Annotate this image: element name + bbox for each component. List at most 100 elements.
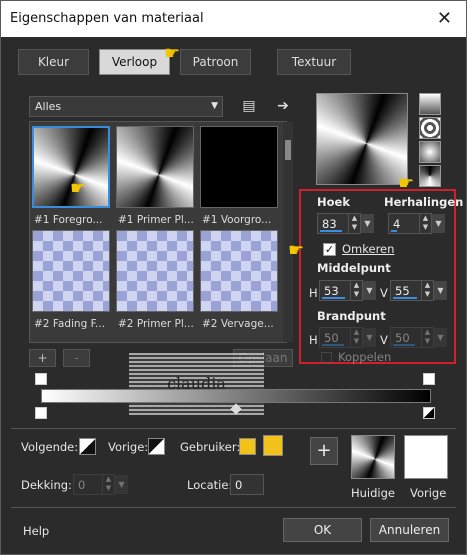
category-value: Alles [35, 100, 62, 113]
arrow-right-icon[interactable]: ➔ [273, 96, 293, 116]
spin-arrows-icon[interactable]: ▲ ▼ [421, 281, 433, 300]
tab-kleur[interactable]: Kleur [18, 49, 89, 75]
opacity-stop-start[interactable] [35, 373, 47, 385]
color-stop-start[interactable] [35, 407, 47, 419]
add-gradient-button[interactable]: + [29, 349, 56, 367]
tab-patroon[interactable]: Patroon [180, 49, 251, 75]
divider [11, 428, 456, 429]
center-v-spinner[interactable]: 55 ▲ ▼ ▼ [390, 280, 447, 301]
title-bar: Eigenschappen van materiaal ✕ [1, 1, 466, 37]
center-h-spinner[interactable]: 53 ▲ ▼ ▼ [319, 280, 376, 301]
gradient-properties-panel: Hoek Herhalingen 83 ▲ ▼ ▼ 4 ▲ ▼ ▼ ✓ Omkere… [299, 189, 463, 364]
link-checkbox[interactable] [321, 352, 332, 363]
spin-arrows-icon[interactable]: ▲ ▼ [348, 214, 360, 233]
spin-arrows-icon[interactable]: ▲ ▼ [350, 328, 362, 347]
next-label: Volgende: [21, 440, 79, 454]
pointer-hand-icon: ☛ [70, 178, 87, 199]
focal-v-label: V [380, 333, 388, 347]
center-h-label: H [309, 286, 318, 300]
opacity-spinner[interactable]: 0 ▲ ▼ ▼ [73, 474, 128, 495]
tab-verloop[interactable]: Verloop [99, 49, 170, 75]
gallery-thumbnail [200, 230, 278, 312]
opacity-value: 0 [78, 478, 86, 492]
chevron-down-icon[interactable]: ▼ [434, 281, 447, 300]
linear-style-icon[interactable] [419, 93, 441, 115]
previous-swatch[interactable] [404, 435, 448, 479]
focal-v-level [393, 344, 415, 346]
center-v-label: V [380, 286, 388, 300]
scrollbar-thumb[interactable] [285, 140, 291, 160]
watermark-logo: claudia [129, 353, 264, 415]
invert-checkbox[interactable]: ✓ [323, 243, 336, 256]
location-field[interactable]: 0 [230, 474, 264, 495]
gallery-item-label: #2 Primer Pl... [118, 318, 194, 330]
ok-button[interactable]: OK [283, 518, 362, 542]
spin-arrows-icon[interactable]: ▲ ▼ [419, 214, 431, 233]
library-icon[interactable]: ▤ [239, 96, 259, 116]
angle-level [320, 230, 342, 232]
chevron-down-icon[interactable]: ▼ [363, 281, 376, 300]
color-stop-end[interactable] [423, 407, 435, 419]
gallery-item-label: #1 Primer Pl... [118, 214, 194, 226]
category-select[interactable]: Alles ▼ [29, 96, 223, 117]
repeats-spinner[interactable]: 4 ▲ ▼ ▼ [388, 213, 445, 234]
gradient-preview[interactable] [316, 93, 408, 185]
focal-h-spinner[interactable]: 50 ▲ ▼ ▼ [319, 327, 376, 348]
center-h-value: 53 [324, 284, 339, 298]
gallery-scrollbar[interactable] [283, 122, 293, 342]
chevron-down-icon[interactable]: ▼ [434, 328, 447, 347]
center-h-level [322, 297, 345, 299]
gallery-item[interactable]: #1 Primer Pl... [116, 126, 196, 226]
help-link[interactable]: Help [23, 524, 49, 538]
center-v-value: 55 [395, 284, 410, 298]
angle-label: Hoek [317, 195, 350, 209]
spin-arrows-icon[interactable]: ▲ ▼ [421, 328, 433, 347]
window-title: Eigenschappen van materiaal [10, 11, 204, 26]
previous-swatch-label: Vorige [410, 486, 447, 500]
user-color-swatch[interactable] [239, 438, 256, 455]
repeats-level [391, 230, 397, 232]
add-swatch-button[interactable]: + [310, 437, 338, 465]
gallery-thumbnail [32, 230, 110, 312]
gallery-item[interactable]: #2 Fading F... [32, 230, 112, 330]
rectangular-style-icon[interactable] [419, 117, 441, 139]
next-color-swatch[interactable] [79, 438, 96, 455]
chevron-down-icon[interactable]: ▼ [361, 214, 374, 233]
gallery-item-label: #2 Vervage... [202, 318, 274, 330]
gallery-item[interactable]: #2 Primer Pl... [116, 230, 196, 330]
sunburst-style-icon[interactable] [419, 165, 441, 187]
cancel-button[interactable]: Annuleren [370, 518, 449, 542]
pointer-hand-icon: ☛ [288, 240, 305, 261]
gallery-item-label: #1 Voorgro... [202, 214, 272, 226]
gradient-editor-bar[interactable] [41, 389, 431, 403]
focal-v-spinner[interactable]: 50 ▲ ▼ ▼ [390, 327, 447, 348]
chevron-down-icon[interactable]: ▼ [115, 475, 128, 494]
repeats-label: Herhalingen [384, 195, 464, 209]
focal-h-level [322, 344, 344, 346]
center-label: Middelpunt [317, 261, 391, 275]
opacity-stop-end[interactable] [423, 373, 435, 385]
spin-arrows-icon[interactable]: ▲ ▼ [102, 475, 114, 494]
previous-color-swatch[interactable] [148, 438, 165, 455]
tab-textuur[interactable]: Textuur [277, 49, 351, 75]
gallery-item-label: #1 Foregro... [34, 214, 103, 226]
gallery-item[interactable]: #1 Voorgro... [200, 126, 280, 226]
current-swatch[interactable] [351, 435, 395, 479]
angle-spinner[interactable]: 83 ▲ ▼ ▼ [317, 213, 374, 234]
user-color-picker[interactable] [263, 435, 283, 456]
close-icon[interactable]: ✕ [437, 8, 452, 29]
remove-gradient-button[interactable]: - [63, 349, 90, 367]
current-swatch-label: Huidige [351, 486, 396, 500]
focal-label: Brandpunt [317, 309, 386, 323]
chevron-down-icon[interactable]: ▼ [432, 214, 445, 233]
gallery-item[interactable]: #2 Vervage... [200, 230, 280, 330]
material-properties-dialog: Eigenschappen van materiaal ✕ Kleur Verl… [0, 0, 467, 555]
link-label: Koppelen [338, 350, 392, 364]
location-label: Locatie: [187, 478, 233, 492]
pointer-hand-icon: ☛ [164, 43, 181, 64]
previous-label: Vorige: [108, 440, 149, 454]
chevron-down-icon[interactable]: ▼ [363, 328, 376, 347]
spin-arrows-icon[interactable]: ▲ ▼ [350, 281, 362, 300]
radial-style-icon[interactable] [419, 141, 441, 163]
gallery-thumbnail [116, 230, 194, 312]
